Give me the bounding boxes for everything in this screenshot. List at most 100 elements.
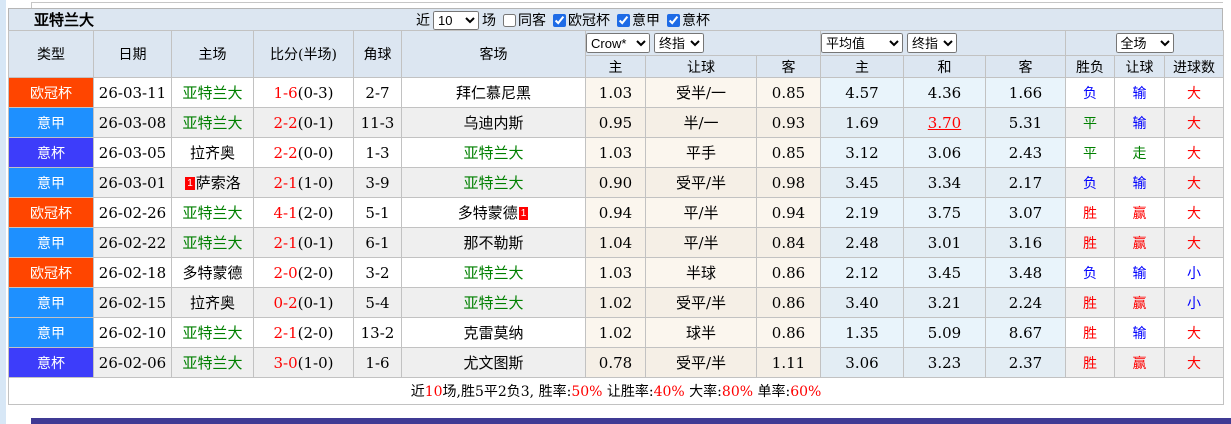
col-header-away: 客场 <box>401 30 586 78</box>
result-handicap-cell: 输 <box>1114 257 1165 288</box>
team-name: 拉齐奥 <box>189 144 235 162</box>
euro-draw-odds-cell: 3.21 <box>903 287 986 318</box>
odds-average-select[interactable]: 平均值 <box>821 33 903 53</box>
table-row: 意甲 26-02-10 亚特兰大 2-1(2-0) 13-2 克雷莫纳 1.02 球半 0.86… <box>8 317 1225 348</box>
filter-checkbox[interactable] <box>617 13 630 27</box>
result-outcome-cell: 平 <box>1065 137 1115 168</box>
filter-checkbox[interactable] <box>667 13 680 27</box>
asia-away-odds-cell: 0.86 <box>756 317 821 348</box>
filter-checkbox[interactable] <box>503 13 516 27</box>
asia-handicap-cell: 受平/半 <box>645 167 757 198</box>
date-cell: 26-03-11 <box>93 77 172 108</box>
league-badge-cell: 意甲 <box>8 167 94 198</box>
odds-average-final-select[interactable]: 终指 <box>907 33 957 53</box>
col-header-euro-draw: 和 <box>903 55 986 78</box>
halftime-score: (0-1) <box>297 113 334 132</box>
league-badge-cell: 意甲 <box>8 287 94 318</box>
euro-away-odds-cell: 8.67 <box>985 317 1066 348</box>
halftime-score: (0-1) <box>297 293 334 312</box>
page: 亚特兰大 近 10 场 同客 欧冠杯 意甲 意杯 类型 日期 主场 比分(半场)… <box>0 0 1231 424</box>
filter-checkbox-label[interactable]: 同客 <box>496 10 546 30</box>
col-header-result-handicap: 让球 <box>1114 55 1165 78</box>
team-name: 乌迪内斯 <box>463 114 524 132</box>
euro-home-odds-cell: 3.12 <box>820 137 904 168</box>
asia-away-odds-cell: 0.98 <box>756 167 821 198</box>
odds-company-select[interactable]: Crow* <box>586 33 650 53</box>
table-row: 意甲 26-03-01 1 萨索洛 2-1(1-0) 3-9 亚特兰大 0.90 受平/半 0.9… <box>8 167 1225 198</box>
filter-checkbox-label[interactable]: 意甲 <box>610 10 660 30</box>
filter-checkbox-text: 意杯 <box>682 13 710 29</box>
league-badge-cell: 欧冠杯 <box>8 77 94 108</box>
halftime-score: (0-0) <box>297 143 334 162</box>
col-header-type: 类型 <box>8 30 94 78</box>
euro-draw-odds-cell: 3.45 <box>903 257 986 288</box>
away-team-cell: 亚特兰大 <box>401 167 586 198</box>
team-name: 亚特兰大 <box>463 144 524 162</box>
summary-part: 80% <box>721 384 754 400</box>
asia-home-odds-cell: 1.04 <box>585 227 646 258</box>
match-scope-select[interactable]: 全场 <box>1115 33 1174 53</box>
summary-row: 近10场,胜5平2负3, 胜率:50% 让胜率:40% 大率:80% 单率:60… <box>7 377 1225 405</box>
result-goals-cell: 大 <box>1163 107 1225 138</box>
score-cell: 1-6(0-3) <box>253 77 354 108</box>
home-team-cell: 拉齐奥 <box>171 137 254 168</box>
asia-handicap-cell: 球半 <box>645 317 757 348</box>
team-name: 亚特兰大 <box>182 234 243 252</box>
away-team-cell: 多特蒙德 1 <box>401 197 586 228</box>
filter-checkbox-text: 同客 <box>518 13 546 29</box>
summary-part: 40% <box>653 384 685 400</box>
team-name: 拉齐奥 <box>189 294 235 312</box>
asia-home-odds-cell: 1.03 <box>585 257 646 288</box>
team-name: 那不勒斯 <box>463 234 524 252</box>
euro-home-odds-cell: 2.12 <box>820 257 904 288</box>
euro-draw-odds-cell: 3.34 <box>903 167 986 198</box>
table-row: 欧冠杯 26-03-11 亚特兰大 1-6(0-3) 2-7 拜仁慕尼黑 1.03 受半/一 0… <box>8 77 1225 108</box>
fulltime-score: 3-0 <box>273 353 298 372</box>
result-handicap-cell: 输 <box>1114 77 1165 108</box>
league-badge-cell: 意甲 <box>8 107 94 138</box>
recent-count-select[interactable]: 10 <box>433 10 479 30</box>
asia-away-odds-cell: 0.93 <box>756 107 821 138</box>
team-name: 拜仁慕尼黑 <box>455 84 531 102</box>
title-bar: 亚特兰大 近 10 场 同客 欧冠杯 意甲 意杯 <box>8 8 1223 30</box>
table-row: 欧冠杯 26-02-18 多特蒙德 2-0(2-0) 3-2 亚特兰大 1.03 半球 0.86… <box>8 257 1225 288</box>
table-row: 意甲 26-02-22 亚特兰大 2-1(0-1) 6-1 那不勒斯 1.04 平/半 0.84… <box>8 227 1225 258</box>
date-cell: 26-02-15 <box>93 287 172 318</box>
result-outcome-cell: 胜 <box>1065 227 1115 258</box>
asia-handicap-cell: 受平/半 <box>645 347 757 378</box>
halftime-score: (1-0) <box>297 173 334 192</box>
euro-draw-odds-cell: 3.01 <box>903 227 986 258</box>
euro-draw-odds-cell: 5.09 <box>903 317 986 348</box>
team-name: 多特蒙德 <box>182 264 243 282</box>
result-outcome-cell: 负 <box>1065 167 1115 198</box>
asia-away-odds-cell: 0.86 <box>756 257 821 288</box>
home-team-cell: 拉齐奥 <box>171 287 254 318</box>
corners-cell: 6-1 <box>353 227 402 258</box>
matches-label: 场 <box>482 13 496 29</box>
filter-controls: 近 10 场 同客 欧冠杯 意甲 意杯 <box>416 9 710 31</box>
score-cell: 0-2(0-1) <box>253 287 354 318</box>
team-name: 尤文图斯 <box>463 354 524 372</box>
filter-checkbox-label[interactable]: 欧冠杯 <box>546 10 610 30</box>
away-team-cell: 乌迪内斯 <box>401 107 586 138</box>
home-team-cell: 亚特兰大 <box>171 77 254 108</box>
league-badge-cell: 意杯 <box>8 347 94 378</box>
euro-home-odds-cell: 3.45 <box>820 167 904 198</box>
asia-home-odds-cell: 0.95 <box>585 107 646 138</box>
euro-away-odds-cell: 3.07 <box>985 197 1066 228</box>
corners-cell: 5-4 <box>353 287 402 318</box>
odds-change-link[interactable]: 3.70 <box>928 114 961 132</box>
away-team-cell: 那不勒斯 <box>401 227 586 258</box>
odds-company-final-select[interactable]: 终指 <box>654 33 704 53</box>
result-goals-cell: 大 <box>1163 137 1225 168</box>
filter-checkbox[interactable] <box>553 13 566 27</box>
asia-away-odds-cell: 1.11 <box>756 347 821 378</box>
date-cell: 26-02-22 <box>93 227 172 258</box>
filter-checkbox-label[interactable]: 意杯 <box>660 10 710 30</box>
summary-text: 近10场,胜5平2负3, 胜率:50% 让胜率:40% 大率:80% 单率:60… <box>411 384 822 400</box>
asia-handicap-cell: 平/半 <box>645 227 757 258</box>
col-header-asia-away: 客 <box>756 55 821 78</box>
asia-handicap-cell: 半球 <box>645 257 757 288</box>
asia-away-odds-cell: 0.85 <box>756 137 821 168</box>
home-team-cell: 亚特兰大 <box>171 317 254 348</box>
